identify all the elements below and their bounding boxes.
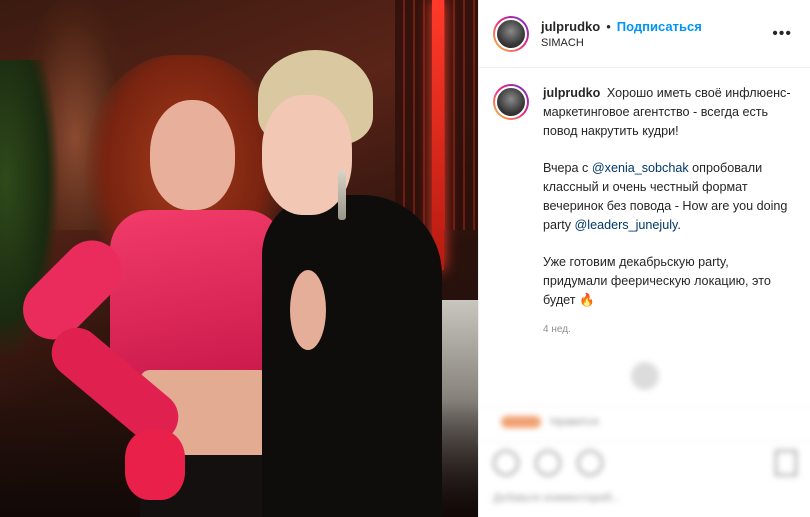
avatar[interactable]	[495, 17, 527, 50]
caption-text-3: Уже готовим декабрьскую party, придумали…	[543, 255, 771, 307]
post-photo[interactable]	[0, 0, 478, 517]
caption-story-ring[interactable]	[493, 84, 529, 120]
more-horizontal-icon[interactable]: •••	[768, 25, 796, 43]
story-ring[interactable]	[493, 15, 529, 52]
caption-paragraph-3: Уже готовим декабрьскую party, придумали…	[543, 253, 796, 310]
comment-icon[interactable]	[535, 450, 561, 476]
bookmark-icon[interactable]	[775, 450, 797, 476]
likes-row: Нравится	[495, 416, 599, 429]
dress-cutout	[290, 270, 326, 350]
separator-dot: •	[606, 18, 611, 34]
mention-link-xenia[interactable]: @xenia_sobchak	[592, 161, 689, 175]
action-bar	[493, 450, 603, 476]
post-side-panel: julprudko • Подписаться SIMACH ••• julpr…	[478, 0, 810, 517]
earring	[338, 170, 346, 220]
instagram-post: julprudko • Подписаться SIMACH ••• julpr…	[0, 0, 810, 517]
header-line: julprudko • Подписаться	[541, 19, 768, 34]
share-icon[interactable]	[577, 450, 603, 476]
blurred-footer: Нравится Добавьте комментарий...	[479, 350, 810, 517]
load-more-icon[interactable]	[631, 362, 659, 390]
caption-area: julprudko Хорошо иметь своё инфлюенс-мар…	[479, 68, 810, 339]
header-text: julprudko • Подписаться SIMACH	[541, 19, 768, 49]
caption-username[interactable]: julprudko	[543, 86, 600, 100]
post-header: julprudko • Подписаться SIMACH •••	[479, 0, 810, 68]
caption-text-2c: .	[677, 218, 681, 232]
mention-link-leaders[interactable]: @leaders_junejuly	[575, 218, 678, 232]
divider	[479, 405, 810, 406]
location-link[interactable]: SIMACH	[541, 37, 768, 49]
caption-text-2a: Вчера с	[543, 161, 592, 175]
comment-input[interactable]: Добавьте комментарий...	[493, 492, 621, 504]
caption-paragraph-2: Вчера с @xenia_sobchak опробовали классн…	[543, 159, 796, 235]
divider	[479, 442, 810, 443]
follow-button[interactable]: Подписаться	[617, 19, 702, 34]
black-dress	[262, 195, 442, 517]
caption: julprudko Хорошо иметь своё инфлюенс-мар…	[543, 84, 796, 339]
post-time[interactable]: 4 нед.	[543, 320, 796, 339]
neon-light	[432, 0, 444, 270]
liked-by-pill	[501, 416, 541, 429]
caption-paragraph-1: julprudko Хорошо иметь своё инфлюенс-мар…	[543, 84, 796, 141]
pink-glove	[125, 430, 185, 500]
header-username[interactable]: julprudko	[541, 19, 600, 34]
redhead-face	[150, 100, 235, 210]
pink-velvet-top	[110, 210, 285, 380]
caption-avatar[interactable]	[495, 86, 527, 118]
likes-text[interactable]: Нравится	[550, 416, 599, 428]
heart-icon[interactable]	[493, 450, 519, 476]
